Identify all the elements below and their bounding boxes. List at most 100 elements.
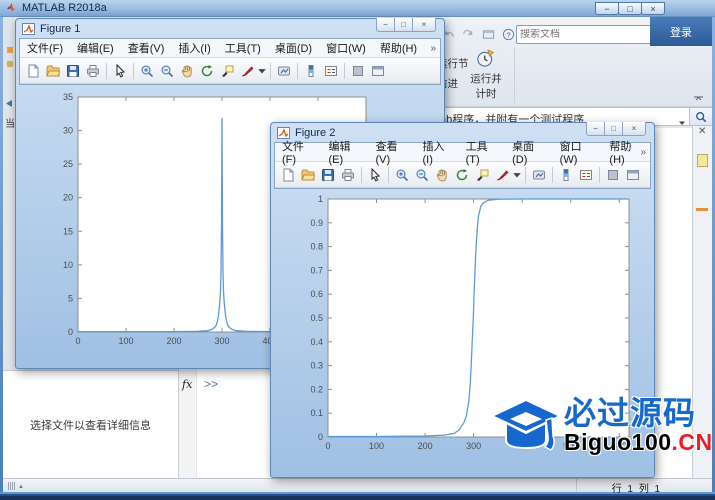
command-prompt[interactable]: >> — [204, 377, 218, 391]
rotate-3d-icon[interactable] — [197, 61, 217, 81]
pan-icon[interactable] — [177, 61, 197, 81]
dock-figure-icon[interactable] — [603, 165, 623, 185]
close-icon[interactable]: ✕ — [698, 126, 706, 137]
menu-item[interactable]: 编辑(E) — [70, 39, 121, 57]
status-separator — [576, 479, 577, 492]
brush-icon[interactable] — [237, 61, 257, 81]
menu-item[interactable]: 桌面(D) — [505, 137, 553, 167]
new-file-icon[interactable] — [23, 61, 43, 81]
minimize-button[interactable]: − — [595, 2, 619, 15]
menu-item[interactable]: 帮助(H) — [373, 39, 424, 57]
close-button[interactable]: × — [412, 18, 436, 32]
warning-marker-icon[interactable] — [696, 208, 708, 211]
caret-down-icon[interactable] — [257, 61, 267, 81]
document-marker-icon[interactable] — [697, 154, 708, 167]
dock-figure-icon[interactable] — [348, 61, 368, 81]
menu-item[interactable]: 插入(I) — [171, 39, 217, 57]
svg-text:0: 0 — [75, 336, 80, 346]
toolbar-separator — [270, 63, 271, 79]
current-folder-tab-clipped[interactable]: 当 — [5, 115, 15, 130]
svg-text:?: ? — [506, 30, 510, 39]
zoom-in-icon[interactable] — [137, 61, 157, 81]
close-button[interactable]: × — [641, 2, 665, 15]
svg-text:0.5: 0.5 — [310, 313, 323, 323]
menu-item[interactable]: 查看(V) — [368, 137, 415, 167]
maximize-button[interactable]: □ — [618, 2, 642, 15]
data-cursor-icon[interactable] — [472, 165, 492, 185]
colorbar-icon[interactable] — [301, 61, 321, 81]
status-grip-icon[interactable]: ▲ — [8, 482, 24, 490]
zoom-out-icon[interactable] — [412, 165, 432, 185]
maximize-figure-icon[interactable] — [623, 165, 643, 185]
open-folder-icon[interactable] — [43, 61, 63, 81]
menu-item[interactable]: 文件(F) — [275, 137, 321, 167]
minimize-button[interactable]: − — [586, 122, 605, 136]
maximize-button[interactable]: □ — [394, 18, 413, 32]
zoom-out-icon[interactable] — [157, 61, 177, 81]
open-folder-icon[interactable] — [298, 165, 318, 185]
svg-text:0: 0 — [68, 327, 73, 337]
pointer-icon[interactable] — [110, 61, 130, 81]
print-icon[interactable] — [83, 61, 103, 81]
svg-text:100: 100 — [118, 336, 133, 346]
search-input[interactable] — [517, 29, 655, 40]
brush-icon[interactable] — [492, 165, 512, 185]
back-arrow-icon[interactable] — [4, 95, 13, 113]
menu-item[interactable]: 工具(T) — [459, 137, 505, 167]
login-button[interactable]: 登录 — [650, 17, 712, 46]
toolbar-separator — [525, 167, 526, 183]
svg-text:0.9: 0.9 — [310, 218, 323, 228]
rotate-3d-icon[interactable] — [452, 165, 472, 185]
legend-icon[interactable] — [576, 165, 596, 185]
svg-text:25: 25 — [63, 159, 73, 169]
doc-search-box[interactable] — [516, 25, 652, 44]
save-icon[interactable] — [318, 165, 338, 185]
maximize-figure-icon[interactable] — [368, 61, 388, 81]
menu-item[interactable]: 窗口(W) — [553, 137, 603, 167]
watermark: 必过源码 Biguo100.CN — [490, 396, 712, 464]
file-details-panel: 选择文件以查看详细信息 — [3, 370, 178, 478]
svg-text:0.1: 0.1 — [310, 408, 323, 418]
menu-item[interactable]: 编辑(E) — [321, 137, 368, 167]
close-button[interactable]: × — [622, 122, 646, 136]
data-cursor-icon[interactable] — [217, 61, 237, 81]
menu-overflow-icon[interactable]: » — [430, 43, 436, 54]
ribbon-collapse-icon[interactable] — [693, 89, 704, 107]
menu-item[interactable]: 文件(F) — [20, 39, 70, 57]
toolbar-separator — [361, 167, 362, 183]
figure-window-title: Figure 1 — [40, 23, 80, 35]
help-icon[interactable]: ? — [500, 26, 517, 43]
link-plot-icon[interactable] — [274, 61, 294, 81]
svg-text:300: 300 — [214, 336, 229, 346]
figure-toolbar — [20, 58, 440, 84]
graduation-cap-logo — [490, 396, 562, 464]
figure-window-controls: −□× — [587, 122, 646, 136]
pointer-icon[interactable] — [365, 165, 385, 185]
menu-item[interactable]: 插入(I) — [415, 137, 458, 167]
new-file-icon[interactable] — [278, 165, 298, 185]
save-icon[interactable] — [63, 61, 83, 81]
zoom-in-icon[interactable] — [392, 165, 412, 185]
search-go-button[interactable] — [689, 108, 712, 125]
colorbar-icon[interactable] — [556, 165, 576, 185]
link-plot-icon[interactable] — [529, 165, 549, 185]
fx-function-hint[interactable]: fx — [182, 378, 192, 391]
redo-icon[interactable] — [460, 26, 477, 43]
minimize-button[interactable]: − — [376, 18, 395, 32]
watermark-brand-cn: 必过源码 — [564, 396, 713, 430]
figure1-titlebar[interactable]: Figure 1 −□× — [16, 19, 444, 38]
ribbon-separator — [514, 47, 515, 103]
legend-icon[interactable] — [321, 61, 341, 81]
menu-item[interactable]: 窗口(W) — [319, 39, 373, 57]
print-icon[interactable] — [338, 165, 358, 185]
menu-overflow-icon[interactable]: » — [640, 147, 646, 158]
caret-down-icon[interactable] — [512, 165, 522, 185]
pan-icon[interactable] — [432, 165, 452, 185]
toolbar-separator — [106, 63, 107, 79]
menu-item[interactable]: 工具(T) — [218, 39, 268, 57]
desktop-layout-icon[interactable] — [480, 26, 497, 43]
menu-item[interactable]: 桌面(D) — [268, 39, 319, 57]
menu-item[interactable]: 查看(V) — [121, 39, 172, 57]
maximize-button[interactable]: □ — [604, 122, 623, 136]
run-and-time-button[interactable]: 运行并 计时 — [462, 46, 510, 104]
